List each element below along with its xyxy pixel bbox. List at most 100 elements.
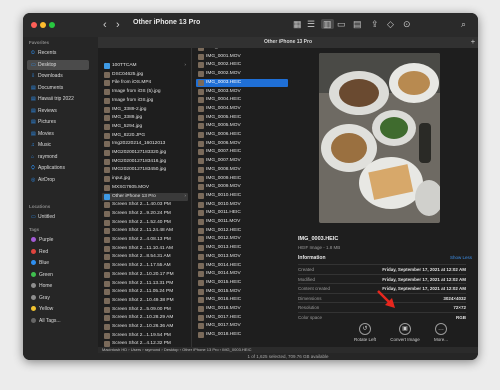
file-row[interactable]: Screen Shot 2...5.09.00 PM — [102, 306, 188, 314]
forward-icon[interactable]: › — [116, 19, 120, 31]
sidebar-item[interactable]: ▤ Pictures — [27, 117, 89, 127]
sidebar-tag[interactable]: Red — [27, 247, 89, 257]
file-row[interactable]: IMG_0006.HEIC — [196, 131, 288, 139]
file-row[interactable]: Screen Shot 2...1.40.03 PM — [102, 201, 188, 209]
sidebar-item[interactable]: ⛭ Applications — [27, 163, 89, 173]
add-tab-icon[interactable]: + — [471, 37, 475, 48]
file-row[interactable]: Screen Shot 2...1.17.55 AM — [102, 262, 188, 270]
sidebar-item[interactable]: ⌂ raymond — [27, 152, 89, 162]
file-row[interactable]: DSC04625.jpg — [102, 71, 188, 79]
file-row[interactable]: IMG_3389-2.jpg — [102, 106, 188, 114]
sidebar-item[interactable]: ▤ Documents — [27, 83, 89, 93]
sidebar-item[interactable]: ▤ Hawaii trip 2022 — [27, 94, 89, 104]
file-row[interactable]: IMG_0016.MOV — [196, 305, 288, 313]
file-row[interactable]: Screen Shot 2...10.20.17 PM — [102, 271, 188, 279]
rotate-left-button[interactable]: ↺ Rotate Left — [348, 323, 382, 342]
file-row[interactable]: File from iOS.MP4 — [102, 79, 188, 87]
file-row[interactable]: IMG_0005.MOV — [196, 122, 288, 130]
file-row[interactable]: IMG_0014.MOV — [196, 270, 288, 278]
file-row[interactable]: IMG20200127183416.jpg — [102, 158, 188, 166]
sidebar-tag[interactable]: Home — [27, 281, 89, 291]
file-row[interactable]: IMG_0012.HEIC — [196, 227, 288, 235]
sidebar-tag[interactable]: Blue — [27, 258, 89, 268]
close-window-button[interactable] — [31, 22, 37, 28]
share-icon[interactable]: ⇪ — [371, 19, 379, 29]
minimize-window-button[interactable] — [40, 22, 46, 28]
file-row[interactable]: IMG_0009.HEIC — [196, 175, 288, 183]
file-row[interactable]: Screen Shot 2...4.12.32 PM — [102, 340, 188, 347]
zoom-window-button[interactable] — [49, 22, 55, 28]
file-row[interactable]: IMG_0010.HEIC — [196, 192, 288, 200]
list-view-icon[interactable]: ☰ — [307, 19, 315, 29]
file-row[interactable]: Screen Shot 2...10.49.38 PM — [102, 297, 188, 305]
path-segment[interactable]: Users — [131, 347, 141, 352]
sidebar-item[interactable]: ⇩ Downloads — [27, 71, 89, 81]
file-row[interactable]: IMG20200127183450.jpg — [102, 166, 188, 174]
file-row[interactable]: IMG_0018.HEIC — [196, 331, 288, 339]
file-row[interactable]: Other iPhone 13 Pro › — [102, 192, 188, 201]
sidebar-tag[interactable]: Yellow — [27, 304, 89, 314]
file-row[interactable]: IMG_0000.HEIC — [196, 48, 288, 52]
file-row[interactable]: IMG_0017.HEIC — [196, 314, 288, 322]
file-row[interactable]: IMG_0001.MOV — [196, 53, 288, 61]
path-segment[interactable]: Other iPhone 13 Pro — [182, 347, 218, 352]
file-row[interactable]: IMG_0007.HEIC — [196, 148, 288, 156]
sidebar-item-untitled[interactable]: ▭ Untitled — [27, 212, 89, 222]
file-row[interactable]: input.jpg — [102, 175, 188, 183]
sidebar-item[interactable]: ◎ AirDrop — [27, 175, 89, 185]
file-row[interactable]: Image from iOS (5).jpg — [102, 88, 188, 96]
file-row[interactable]: IMG_0006.MOV — [196, 140, 288, 148]
file-row[interactable]: Screen Shot 2...11.10.41 AM — [102, 245, 188, 253]
path-segment[interactable]: raymond — [145, 347, 161, 352]
sidebar-item[interactable]: ▤ Movies — [27, 129, 89, 139]
path-segment[interactable]: Macintosh HD — [102, 347, 127, 352]
file-row[interactable]: IMG_0014.HEIC — [196, 262, 288, 270]
action-icon[interactable]: ⊙ — [403, 19, 411, 29]
file-row[interactable]: IMG_0010.MOV — [196, 201, 288, 209]
back-icon[interactable]: ‹ — [103, 19, 107, 31]
file-row[interactable]: IMG_0003.HEIC — [196, 78, 288, 87]
file-row[interactable]: IMG_0016.HEIC — [196, 296, 288, 304]
file-row[interactable]: IMG_0012.MOV — [196, 235, 288, 243]
file-row[interactable]: Screen Shot 2...10.26.36 AM — [102, 323, 188, 331]
file-row[interactable]: Screen Shot 2...11.24.48 AM — [102, 227, 188, 235]
icon-view-icon[interactable]: ▦ — [293, 19, 302, 29]
file-row[interactable]: 100TTCAM › — [102, 62, 188, 70]
path-segment[interactable]: Desktop — [164, 347, 179, 352]
file-row[interactable]: Screen Shot 2...10.28.29 AM — [102, 314, 188, 322]
sidebar-item[interactable]: ▤ Reviews — [27, 106, 89, 116]
file-row[interactable]: Screen Shot 2...4.08.13 PM — [102, 236, 188, 244]
file-row[interactable]: IMG_0015.MOV — [196, 288, 288, 296]
show-less-link[interactable]: Show Less — [450, 255, 472, 260]
file-row[interactable]: IMG_0009.MOV — [196, 183, 288, 191]
group-icon[interactable]: ▤ — [353, 19, 362, 29]
file-row[interactable]: IMG_0004.HEIC — [196, 96, 288, 104]
sidebar-item[interactable]: ⏲ Recents — [27, 48, 89, 58]
file-row[interactable]: Screen Shot 2...1.19.54 PM — [102, 332, 188, 340]
convert-image-button[interactable]: ▣ Convert Image — [388, 323, 422, 342]
file-row[interactable]: IMG_0002.MOV — [196, 70, 288, 78]
file-row[interactable]: Screen Shot 2...1.52.40 PM — [102, 219, 188, 227]
file-row[interactable]: Image from iOS.jpg — [102, 97, 188, 105]
file-row[interactable]: IMG_0002.HEIC — [196, 61, 288, 69]
file-row[interactable]: IMG_5294.jpg — [102, 123, 188, 131]
sidebar-tag[interactable]: All Tags... — [27, 316, 89, 326]
file-row[interactable]: IMG_0007.MOV — [196, 157, 288, 165]
file-row[interactable]: Img20220214_16012013 — [102, 140, 188, 148]
file-row[interactable]: Screen Shot 2...11.05.24 PM — [102, 288, 188, 296]
file-row[interactable]: IMG20200127183320.jpg — [102, 149, 188, 157]
search-icon[interactable]: ⌕ — [461, 19, 466, 29]
file-row[interactable]: Screen Shot 2...9.20.24 PM — [102, 210, 188, 218]
file-row[interactable]: IMG_8220.JPG — [102, 132, 188, 140]
file-row[interactable]: IMG_0008.MOV — [196, 166, 288, 174]
path-segment[interactable]: IMG_0003.HEIC — [222, 347, 251, 352]
more-button[interactable]: … More... — [424, 323, 458, 342]
file-row[interactable]: IMG_0003.MOV — [196, 88, 288, 96]
sidebar-tag[interactable]: Green — [27, 270, 89, 280]
tag-icon[interactable]: ◇ — [387, 19, 394, 29]
file-row[interactable]: Screen Shot 2...8.54.31 AM — [102, 253, 188, 261]
file-row[interactable]: IMG_0017.MOV — [196, 322, 288, 330]
gallery-view-icon[interactable]: ▭ — [337, 19, 346, 29]
file-row[interactable]: IMG_0005.HEIC — [196, 114, 288, 122]
sidebar-item[interactable]: ▭ Desktop — [27, 59, 89, 70]
